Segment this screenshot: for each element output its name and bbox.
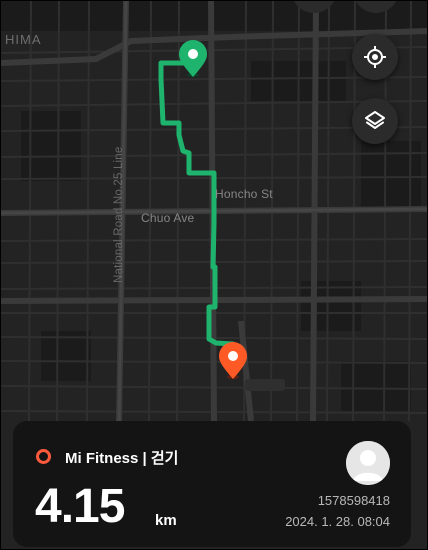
layers-icon: [365, 111, 385, 129]
user-avatar-icon: [346, 441, 390, 485]
avatar[interactable]: [346, 441, 390, 485]
app-frame: HIMA National Road No.25 Line Honcho St …: [0, 0, 428, 550]
layers-button[interactable]: [352, 98, 398, 144]
activity-ring-icon: [36, 449, 51, 464]
locate-crosshair-icon: [364, 46, 386, 68]
distance-value: 4.15: [35, 480, 125, 533]
activity-summary-card[interactable]: Mi Fitness | 걷기 4.15 km 1578598418 2024.…: [13, 421, 411, 547]
map-label-national-road: National Road No.25 Line: [113, 146, 125, 284]
user-id: 1578598418: [317, 493, 390, 508]
distance-unit: km: [155, 512, 177, 529]
app-activity-title: Mi Fitness | 걷기: [65, 450, 179, 467]
map-label-chuo-ave: Chuo Ave: [141, 211, 195, 225]
locate-button[interactable]: [352, 34, 398, 80]
map-label-area: HIMA: [5, 32, 42, 47]
map-label-honcho-st: Honcho St: [215, 187, 273, 201]
activity-timestamp: 2024. 1. 28. 08:04: [285, 514, 390, 529]
